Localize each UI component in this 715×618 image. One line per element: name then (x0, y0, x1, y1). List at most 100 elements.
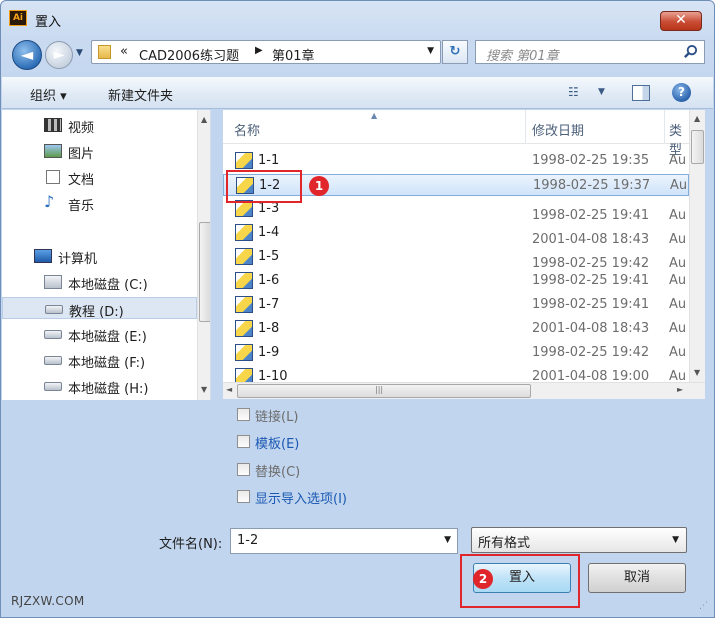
folder-icon (98, 45, 111, 59)
illustrator-app-icon: Ai (9, 10, 27, 26)
nav-item-label: 计算机 (58, 252, 98, 267)
file-date: 2001-04-08 19:00 (532, 369, 650, 382)
forward-button[interactable]: ► (45, 41, 73, 69)
nav-item-label: 视频 (68, 121, 95, 136)
filename-value: 1-2 (237, 533, 259, 548)
file-type: Au (669, 232, 687, 247)
file-date: 2001-04-08 18:43 (532, 321, 650, 336)
scroll-thumb[interactable]: ||| (237, 384, 531, 398)
organize-menu-button[interactable]: 组织 ▾ (30, 85, 67, 104)
annotation-highlight-file (226, 170, 302, 203)
file-row[interactable]: 1-5 1998-02-25 19:42 Au (223, 246, 689, 271)
nav-item-label: 教程 (D:) (69, 305, 124, 320)
scroll-thumb[interactable] (691, 130, 704, 164)
checkbox-label: 模板(E) (255, 437, 300, 452)
address-bar[interactable]: « CAD2006练习题 ▶ 第01章 ▼ (91, 40, 441, 64)
breadcrumb-separator-icon[interactable]: ▶ (255, 45, 263, 56)
cancel-button[interactable]: 取消 (588, 563, 686, 593)
checkbox-box[interactable] (237, 463, 250, 476)
column-header-date[interactable]: 修改日期 (532, 120, 584, 139)
checkbox-box[interactable] (237, 408, 250, 421)
nav-item-drive-d[interactable]: 教程 (D:) (2, 297, 197, 320)
file-row[interactable]: 1-4 2001-04-08 18:43 Au (223, 222, 689, 247)
scroll-down-icon[interactable]: ▼ (201, 385, 207, 394)
documents-icon (46, 170, 60, 184)
filename-input[interactable]: 1-2 ▼ (230, 528, 458, 554)
views-icon[interactable]: ☷ (568, 85, 579, 99)
checkbox-box[interactable] (237, 435, 250, 448)
file-format-select[interactable]: 所有格式 ▼ (471, 527, 687, 553)
scroll-thumb[interactable] (199, 222, 210, 322)
title-bar: Ai 置入 ✕ (1, 1, 714, 33)
search-icon[interactable] (683, 44, 698, 59)
watermark-text: RJZXW.COM (11, 594, 85, 608)
nav-item-music[interactable]: ♪ 音乐 (2, 192, 197, 215)
nav-item-label: 文档 (68, 173, 95, 188)
checkbox-label: 替换(C) (255, 465, 301, 480)
chevron-down-icon[interactable]: ▼ (672, 535, 679, 545)
column-header-name[interactable]: 名称 (234, 120, 260, 139)
refresh-button[interactable]: ↻ (442, 40, 468, 64)
autocad-file-icon (235, 296, 253, 313)
scroll-right-icon[interactable]: ► (677, 385, 683, 394)
new-folder-button[interactable]: 新建文件夹 (108, 85, 173, 104)
scroll-down-icon[interactable]: ▼ (694, 368, 700, 377)
file-name: 1-4 (258, 225, 280, 240)
filename-dropdown-icon[interactable]: ▼ (444, 535, 451, 545)
scroll-up-icon[interactable]: ▲ (201, 115, 207, 124)
back-button[interactable]: ◄ (12, 40, 42, 70)
file-type: Au (669, 273, 687, 288)
autocad-file-icon (235, 224, 253, 241)
file-row[interactable]: 1-10 2001-04-08 19:00 Au (223, 366, 689, 382)
nav-item-drive-h[interactable]: 本地磁盘 (H:) (2, 375, 197, 397)
file-date: 1998-02-25 19:41 (532, 208, 650, 223)
file-row[interactable]: 1-1 1998-02-25 19:35 Au (223, 150, 689, 172)
checkbox-label: 显示导入选项(I) (255, 492, 347, 507)
file-name: 1-8 (258, 321, 280, 336)
breadcrumb-segment[interactable]: 第01章 (272, 45, 315, 64)
nav-item-videos[interactable]: 视频 (2, 114, 197, 136)
nav-item-drive-c[interactable]: 本地磁盘 (C:) (2, 271, 197, 293)
video-icon (44, 118, 62, 132)
breadcrumb-overflow[interactable]: « (120, 44, 128, 59)
file-type: Au (669, 256, 687, 271)
file-name: 1-1 (258, 153, 280, 168)
file-type: Au (669, 153, 687, 168)
address-dropdown-icon[interactable]: ▼ (427, 46, 434, 56)
close-button[interactable]: ✕ (660, 11, 702, 31)
nav-item-pictures[interactable]: 图片 (2, 140, 197, 162)
checkbox-label: 链接(L) (255, 410, 299, 425)
scroll-up-icon[interactable]: ▲ (694, 114, 700, 123)
file-row[interactable]: 1-6 1998-02-25 19:41 Au (223, 270, 689, 292)
file-list: ▲ 名称 修改日期 类型 1-1 1998-02-25 19:35 Au 1-2… (223, 110, 689, 382)
views-dropdown-icon[interactable]: ▼ (598, 87, 605, 97)
column-header-row: ▲ 名称 修改日期 类型 (223, 110, 689, 158)
file-date: 1998-02-25 19:37 (533, 178, 651, 193)
nav-item-label: 本地磁盘 (E:) (68, 330, 147, 345)
scroll-left-icon[interactable]: ◄ (226, 385, 232, 394)
nav-item-drive-f[interactable]: 本地磁盘 (F:) (2, 349, 197, 371)
search-input[interactable]: 搜索 第01章 (475, 40, 705, 64)
breadcrumb-segment[interactable]: CAD2006练习题 (139, 45, 239, 64)
nav-item-drive-e[interactable]: 本地磁盘 (E:) (2, 323, 197, 345)
nav-item-label: 本地磁盘 (C:) (68, 278, 148, 293)
checkbox-box[interactable] (237, 490, 250, 503)
nav-scrollbar[interactable]: ▲ ▼ (197, 110, 210, 400)
file-list-vertical-scrollbar[interactable]: ▲ ▼ (689, 110, 705, 382)
autocad-file-icon (235, 272, 253, 289)
recent-locations-dropdown[interactable]: ▼ (76, 48, 83, 58)
file-name: 1-6 (258, 273, 280, 288)
nav-item-documents[interactable]: 文档 (2, 166, 197, 188)
help-icon[interactable]: ? (672, 83, 691, 102)
file-row[interactable]: 1-8 2001-04-08 18:43 Au (223, 318, 689, 340)
column-divider[interactable] (664, 110, 665, 144)
file-type: Au (669, 321, 687, 336)
resize-grip-icon[interactable]: ⋰ (699, 601, 708, 611)
preview-pane-icon[interactable] (632, 85, 650, 101)
file-row[interactable]: 1-9 1998-02-25 19:42 Au (223, 342, 689, 364)
file-row[interactable]: 1-7 1998-02-25 19:41 Au (223, 294, 689, 316)
nav-item-computer[interactable]: 计算机 (2, 245, 197, 267)
file-list-horizontal-scrollbar[interactable]: ◄ ||| ► (223, 382, 705, 399)
file-date: 1998-02-25 19:41 (532, 297, 650, 312)
column-divider[interactable] (525, 110, 526, 144)
